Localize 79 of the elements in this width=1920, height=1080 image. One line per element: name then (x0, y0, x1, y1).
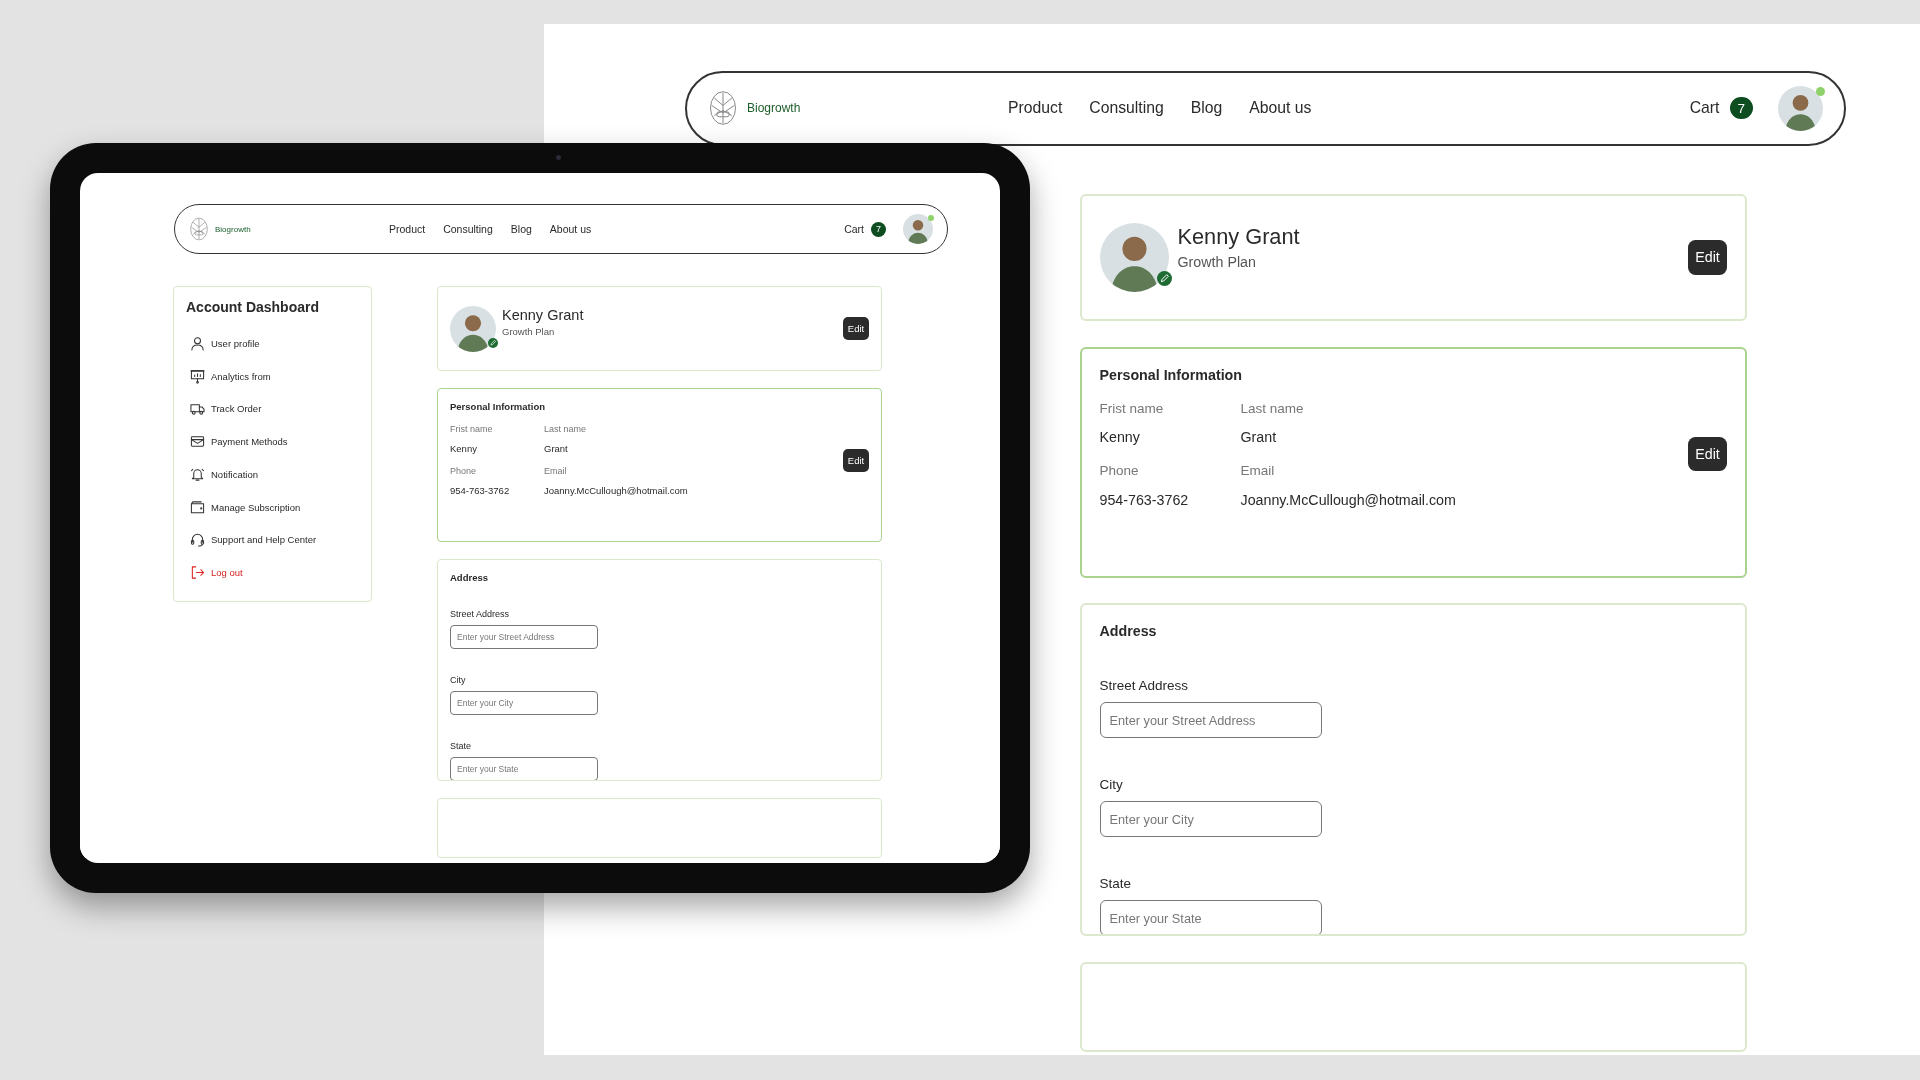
sidebar-title: Account Dashboard (186, 299, 320, 315)
presentation-board-icon (190, 368, 205, 384)
field-value: Kenny (450, 443, 478, 454)
edit-button[interactable]: Edit (1688, 240, 1727, 275)
sidebar-item[interactable]: Log out (186, 556, 359, 589)
field-label: Street Address (450, 609, 511, 619)
field-value: Grant (1240, 429, 1278, 445)
section-title: Address (1099, 623, 1158, 639)
sidebar-item[interactable]: User profile (186, 327, 359, 360)
sidebar-item[interactable]: Notification (186, 458, 359, 491)
field-label: Frist name (450, 424, 494, 434)
section-title: Personal Information (450, 401, 546, 412)
plan-name: Growth Plan (1177, 254, 1257, 270)
cart-link[interactable]: Cart (1689, 99, 1720, 117)
field-value: 954-763-3762 (450, 485, 511, 496)
input-field[interactable]: Enter your State (1099, 900, 1322, 934)
wallet-icon (190, 499, 205, 515)
avatar-photo[interactable] (1778, 85, 1823, 131)
input-field[interactable]: Enter your City (450, 691, 598, 715)
user-icon (190, 335, 205, 351)
field-label: City (1099, 777, 1124, 792)
field-label: Street Address (1099, 678, 1190, 693)
nav-link[interactable]: Consulting (443, 223, 493, 235)
nav-link[interactable]: Product (1008, 99, 1063, 117)
input-field[interactable]: Enter your Street Address (450, 625, 598, 649)
edit-button[interactable]: Edit (843, 448, 869, 472)
sidebar-item[interactable]: Track Order (186, 392, 359, 426)
nav-link[interactable]: Product (389, 223, 426, 235)
field-label: Email (544, 466, 568, 476)
field-label: Email (1240, 463, 1276, 478)
field-label: Phone (1099, 463, 1140, 478)
sidebar-item[interactable]: Support and Help Center (186, 523, 359, 557)
logo-icon (708, 90, 738, 126)
envelope-icon (190, 434, 205, 450)
input-field[interactable]: Enter your State (450, 757, 598, 780)
nav-link[interactable]: About us (1249, 99, 1312, 117)
input-field[interactable]: Enter your Street Address (1099, 702, 1322, 738)
edit-button[interactable]: Edit (1688, 436, 1727, 472)
avatar-photo[interactable] (903, 214, 933, 244)
brand-name[interactable]: Biogrowth (747, 101, 801, 115)
camera-icon (556, 155, 561, 160)
section-title: Address (450, 572, 489, 583)
user-name: Kenny Grant (1177, 223, 1301, 250)
field-value: Joanny.McCullough@hotmail.com (1240, 491, 1457, 508)
brand-name[interactable]: Biogrowth (215, 224, 251, 234)
field-label: Last name (544, 424, 588, 434)
edit-button[interactable]: Edit (843, 317, 869, 340)
field-value: Joanny.McCullough@hotmail.com (544, 485, 689, 496)
user-name: Kenny Grant (502, 306, 585, 323)
sidebar-item[interactable]: Analytics from (186, 359, 359, 393)
field-label: Phone (450, 466, 478, 476)
section-title: Personal Information (1099, 366, 1244, 383)
avatar-photo (450, 305, 496, 352)
logout-icon (190, 565, 205, 581)
logo-icon (189, 217, 209, 241)
field-label: State (450, 741, 472, 751)
nav-link[interactable]: Blog (510, 223, 532, 235)
pencil-icon[interactable] (1156, 270, 1172, 286)
nav-link[interactable]: Consulting (1089, 99, 1164, 117)
cart-count-badge: 7 (1730, 96, 1753, 120)
field-label: Last name (1240, 400, 1305, 416)
pencil-icon[interactable] (488, 337, 498, 348)
field-label: City (450, 675, 467, 685)
nav-link[interactable]: Blog (1190, 99, 1223, 117)
sidebar-item[interactable]: Payment Methods (186, 425, 359, 458)
cart-link[interactable]: Cart (844, 223, 864, 235)
field-label: State (1099, 876, 1133, 891)
field-value: 954-763-3762 (1099, 491, 1190, 508)
field-value: Kenny (1099, 429, 1141, 445)
input-field[interactable]: Enter your City (1099, 801, 1322, 837)
cart-count-badge: 7 (871, 221, 886, 237)
plan-name: Growth Plan (502, 325, 556, 337)
truck-icon (190, 401, 205, 417)
sidebar-item[interactable]: Manage Subscription (186, 490, 359, 524)
headset-icon (190, 532, 205, 548)
field-value: Grant (544, 443, 569, 454)
nav-link[interactable]: About us (549, 223, 592, 235)
field-label: Frist name (1099, 400, 1165, 416)
bell-icon (190, 466, 205, 482)
